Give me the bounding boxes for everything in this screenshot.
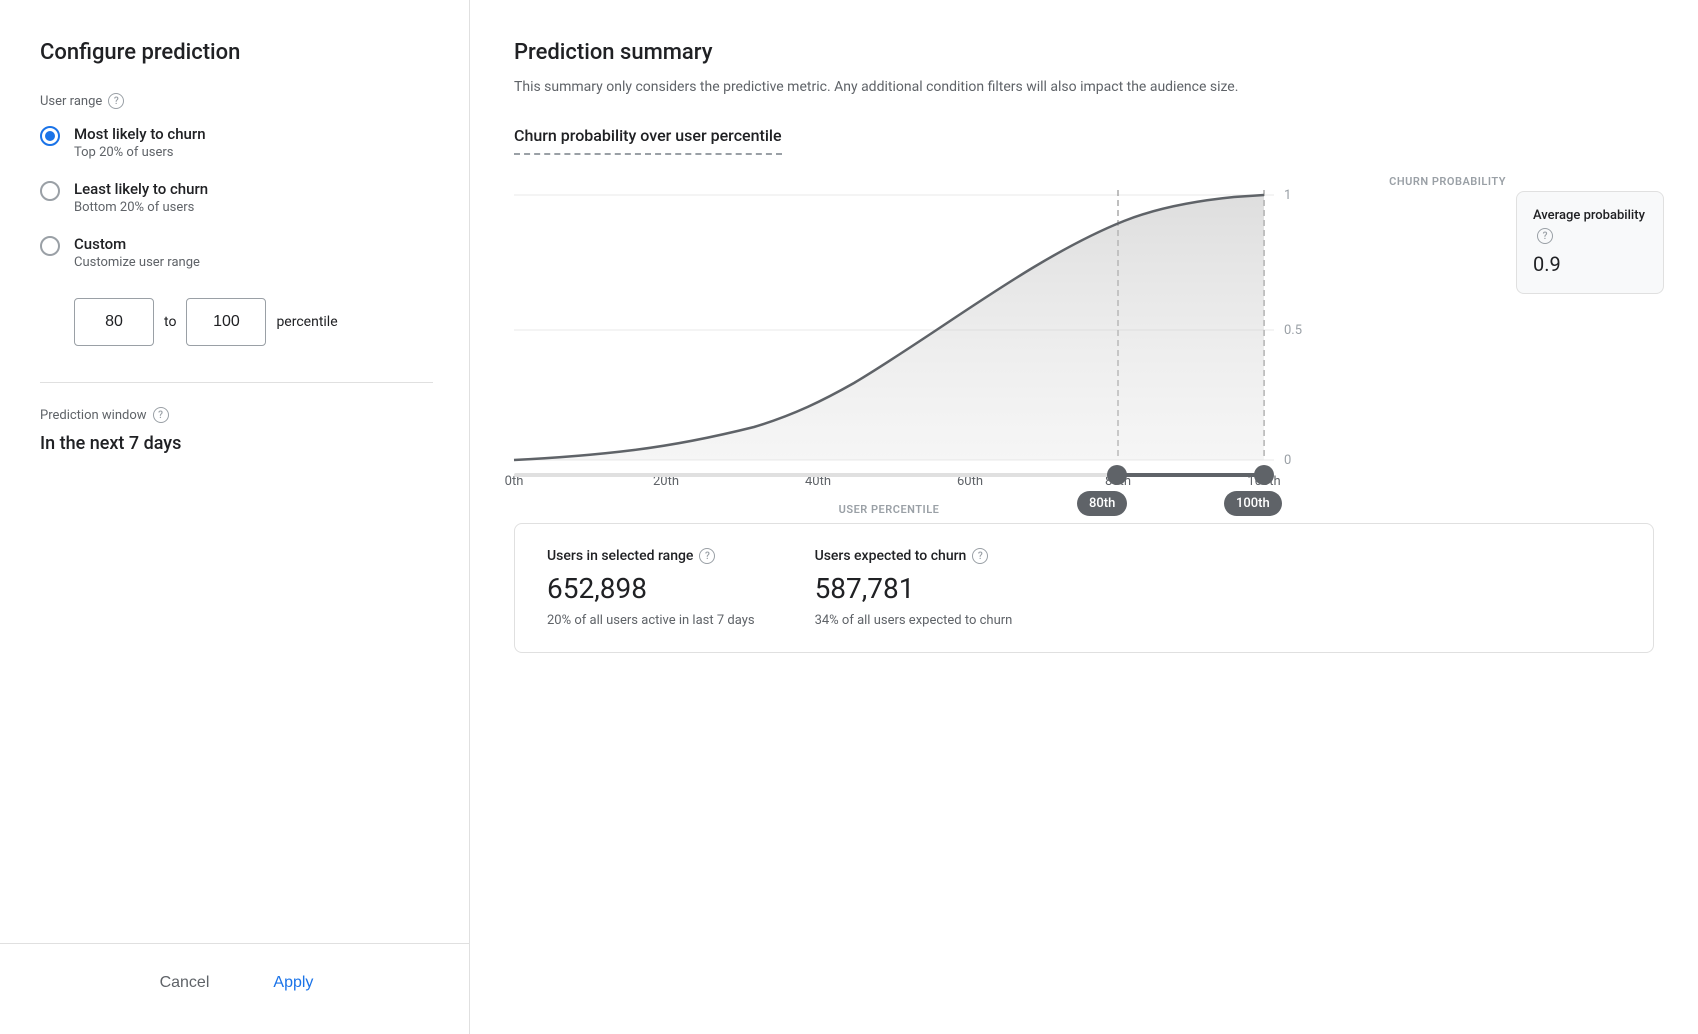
stat-value-users-in-range: 652,898 (547, 572, 755, 605)
prediction-window-help-icon[interactable]: ? (153, 407, 169, 423)
radio-circle-least-likely[interactable] (40, 181, 60, 201)
user-range-label: User range ? (40, 93, 433, 109)
stat-help-icon-churn[interactable]: ? (972, 548, 988, 564)
slider-label-left: 80th (1077, 491, 1127, 516)
summary-title: Prediction summary (514, 40, 1654, 65)
radio-option-least-likely[interactable]: Least likely to churn Bottom 20% of user… (40, 180, 433, 215)
right-panel: Prediction summary This summary only con… (470, 0, 1698, 1034)
radio-circle-custom[interactable] (40, 236, 60, 256)
stat-sublabel-users-in-range: 20% of all users active in last 7 days (547, 613, 755, 628)
prediction-window-label: Prediction window ? (40, 407, 433, 423)
stat-users-in-range: Users in selected range ? 652,898 20% of… (547, 548, 755, 628)
radio-label-custom: Custom (74, 235, 200, 253)
panel-title: Configure prediction (40, 40, 433, 65)
to-label: to (164, 314, 176, 330)
slider-thumb-left[interactable] (1107, 465, 1127, 485)
user-range-help-icon[interactable]: ? (108, 93, 124, 109)
stat-label-users-expected-churn: Users expected to churn ? (815, 548, 1013, 564)
stats-box: Users in selected range ? 652,898 20% of… (514, 523, 1654, 653)
radio-label-least-likely: Least likely to churn (74, 180, 208, 198)
radio-option-most-likely[interactable]: Most likely to churn Top 20% of users (40, 125, 433, 160)
stat-sublabel-users-expected-churn: 34% of all users expected to churn (815, 613, 1013, 628)
radio-sublabel-custom: Customize user range (74, 255, 200, 270)
tooltip-box: Average probability ? 0.9 (1516, 191, 1664, 294)
percentile-row: to percentile (74, 298, 433, 346)
radio-sublabel-least-likely: Bottom 20% of users (74, 200, 208, 215)
percentile-suffix: percentile (276, 314, 337, 330)
chart-svg: 1 0.5 0 0th 20th (514, 175, 1334, 475)
percentile-to-input[interactable] (186, 298, 266, 346)
summary-desc: This summary only considers the predicti… (514, 77, 1654, 98)
chart-title: Churn probability over user percentile (514, 126, 782, 155)
slider-track-fill (1117, 473, 1265, 477)
slider-label-right: 100th (1224, 491, 1282, 516)
divider (40, 382, 433, 383)
radio-option-custom[interactable]: Custom Customize user range (40, 235, 433, 270)
bottom-actions: Cancel Apply (0, 943, 469, 1034)
radio-circle-most-likely[interactable] (40, 126, 60, 146)
radio-group: Most likely to churn Top 20% of users Le… (40, 125, 433, 270)
radio-label-most-likely: Most likely to churn (74, 125, 206, 143)
svg-text:1: 1 (1284, 188, 1291, 203)
stat-label-users-in-range: Users in selected range ? (547, 548, 755, 564)
chart-wrapper: CHURN PROBABILITY 1 0.5 0 (514, 175, 1654, 515)
chart-inner: 1 0.5 0 0th 20th (514, 175, 1654, 475)
tooltip-value: 0.9 (1533, 249, 1647, 279)
percentile-from-input[interactable] (74, 298, 154, 346)
radio-sublabel-most-likely: Top 20% of users (74, 145, 206, 160)
stat-users-expected-churn: Users expected to churn ? 587,781 34% of… (815, 548, 1013, 628)
stat-value-users-expected-churn: 587,781 (815, 572, 1013, 605)
apply-button[interactable]: Apply (253, 964, 333, 1002)
tooltip-title: Average probability ? (1533, 206, 1647, 245)
slider-container: 80th 100th (514, 465, 1334, 515)
tooltip-help-icon[interactable]: ? (1537, 228, 1553, 244)
svg-text:0.5: 0.5 (1284, 323, 1302, 338)
stat-help-icon-users[interactable]: ? (699, 548, 715, 564)
prediction-window-value: In the next 7 days (40, 433, 433, 454)
left-panel: Configure prediction User range ? Most l… (0, 0, 470, 1034)
cancel-button[interactable]: Cancel (140, 964, 230, 1002)
slider-thumb-right[interactable] (1254, 465, 1274, 485)
